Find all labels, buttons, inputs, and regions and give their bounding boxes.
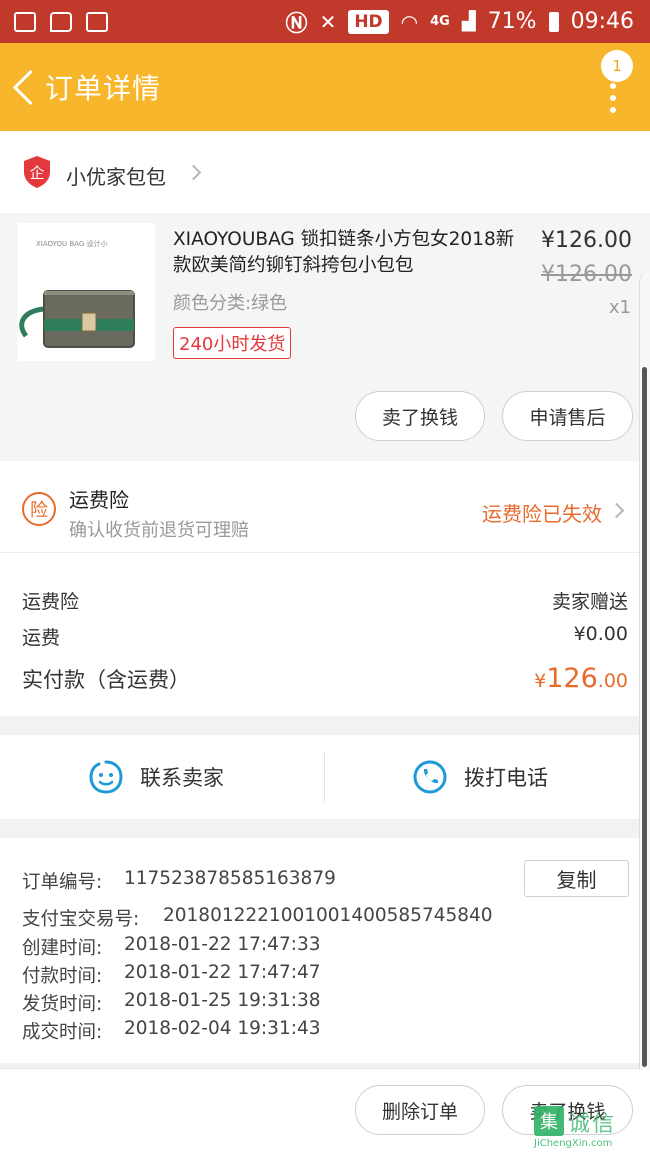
battery-icon <box>548 11 559 32</box>
product-item[interactable]: XIAOYOU BAG 设计小 XIAOYOUBAG 锁扣链条小方包女2018新… <box>0 213 650 461</box>
page-title: 订单详情 <box>45 72 162 105</box>
phone-icon <box>413 760 447 794</box>
shipping-insurance-row[interactable]: 险 运费险 确认收货前退货可理赔 运费险已失效 <box>0 461 650 553</box>
gallery-notification-icon <box>14 11 36 32</box>
chevron-right-icon <box>608 502 625 519</box>
product-spec: 颜色分类:绿色 <box>173 293 288 314</box>
order-number-row: 订单编号: 117523878585163879 <box>22 868 336 894</box>
product-quantity: x1 <box>608 297 631 318</box>
after-sale-button[interactable]: 申请售后 <box>502 391 633 441</box>
insurance-title: 运费险 <box>69 488 129 512</box>
contact-seller-button[interactable]: 联系卖家 <box>88 735 224 819</box>
alipay-label: 支付宝交易号: <box>22 909 140 930</box>
chevron-right-icon <box>185 164 202 181</box>
order-info: 订单编号: 117523878585163879 复制 支付宝交易号: 2018… <box>0 838 650 1063</box>
battery-percent: 71% <box>487 9 537 34</box>
insurance-fee-value: 卖家赠送 <box>551 591 628 613</box>
clock: 09:46 <box>570 9 634 34</box>
call-phone-label: 拨打电话 <box>464 766 548 790</box>
paid-time: 2018-01-22 17:47:47 <box>124 962 321 983</box>
contact-seller-label: 联系卖家 <box>140 766 224 790</box>
total-decimal: .00 <box>597 670 628 692</box>
order-number-label: 订单编号: <box>22 872 103 893</box>
shipping-fee-value: ¥0.00 <box>573 623 628 645</box>
hd-badge: HD <box>348 9 389 34</box>
completed-row: 成交时间: 2018-02-04 19:31:43 <box>22 1018 320 1044</box>
shipped-time: 2018-01-25 19:31:38 <box>124 990 321 1011</box>
watermark-domain: JiChengXin.com <box>534 1138 613 1149</box>
total-label: 实付款（含运费） <box>22 668 190 692</box>
created-row: 创建时间: 2018-01-22 17:47:33 <box>22 934 320 960</box>
copy-button[interactable]: 复制 <box>524 860 629 897</box>
network-type: 4G <box>430 14 450 29</box>
divider <box>324 753 325 803</box>
product-price: ¥126.00 <box>541 228 632 253</box>
total-integer: 126 <box>546 663 598 694</box>
shipped-label: 发货时间: <box>22 994 103 1015</box>
shipping-fee-label: 运费 <box>22 627 61 649</box>
scrollbar[interactable] <box>639 272 650 1070</box>
original-price: ¥126.00 <box>541 262 632 287</box>
completed-label: 成交时间: <box>22 1022 103 1043</box>
shipped-row: 发货时间: 2018-01-25 19:31:38 <box>22 990 320 1016</box>
insurance-status[interactable]: 运费险已失效 <box>482 498 602 527</box>
completed-time: 2018-02-04 19:31:43 <box>124 1018 321 1039</box>
insurance-subtitle: 确认收货前退货可理赔 <box>69 520 249 541</box>
thumbnail-brand-text: XIAOYOU BAG 设计小 <box>36 240 108 248</box>
back-icon[interactable] <box>8 63 44 111</box>
mute-icon: ✕ <box>319 9 337 34</box>
insurance-icon: 险 <box>22 492 56 526</box>
watermark-text: 诚信 <box>568 1112 617 1137</box>
created-label: 创建时间: <box>22 938 103 959</box>
delete-order-button[interactable]: 删除订单 <box>355 1085 485 1135</box>
status-bar: Ⓝ ✕ HD ◠ 4G ▟ 71% 09:46 <box>0 0 650 43</box>
message-notification-icon <box>50 11 72 32</box>
more-options-icon[interactable] <box>606 71 620 119</box>
shipping-tag: 240小时发货 <box>173 327 292 359</box>
shop-name[interactable]: 小优家包包 <box>66 161 166 190</box>
wifi-icon: ◠ <box>400 9 419 34</box>
order-number: 117523878585163879 <box>124 868 336 889</box>
scrollbar-thumb[interactable] <box>642 367 647 1067</box>
insurance-fee-row: 运费险 卖家赠送 <box>22 587 628 614</box>
chat-face-icon <box>89 760 123 794</box>
clipboard-notification-icon <box>86 11 108 32</box>
nfc-icon: Ⓝ <box>285 11 308 37</box>
signal-icon: ▟ <box>461 11 476 32</box>
paid-row: 付款时间: 2018-01-22 17:47:47 <box>22 962 320 988</box>
total-amount: ¥126.00 <box>534 663 628 694</box>
sell-button[interactable]: 卖了换钱 <box>355 391 485 441</box>
title-bar: 订单详情 1 <box>0 43 650 131</box>
shipping-fee-row: 运费 ¥0.00 <box>22 623 628 650</box>
alipay-row: 支付宝交易号: 2018012221001001400585745840 <box>22 905 493 931</box>
contact-bar: 联系卖家 拨打电话 <box>0 735 650 819</box>
alipay-number: 2018012221001001400585745840 <box>163 905 493 926</box>
fee-summary: 运费险 卖家赠送 运费 ¥0.00 实付款（含运费） ¥126.00 <box>0 553 650 716</box>
svg-text:企: 企 <box>29 164 44 182</box>
product-name[interactable]: XIAOYOUBAG 锁扣链条小方包女2018新款欧美简约铆钉斜挎包小包包 <box>173 227 518 279</box>
watermark-logo: 集 <box>534 1106 564 1136</box>
call-phone-button[interactable]: 拨打电话 <box>412 735 548 819</box>
insurance-fee-label: 运费险 <box>22 591 80 613</box>
total-currency: ¥ <box>534 670 547 692</box>
watermark: 集 诚信 JiChengXin.com <box>530 1104 648 1154</box>
product-thumbnail[interactable]: XIAOYOU BAG 设计小 <box>18 223 155 361</box>
enterprise-shop-icon: 企 <box>24 156 50 188</box>
created-time: 2018-01-22 17:47:33 <box>124 934 321 955</box>
shop-row[interactable]: 企 小优家包包 <box>0 131 650 213</box>
total-row: 实付款（含运费） ¥126.00 <box>22 663 628 694</box>
paid-label: 付款时间: <box>22 966 103 987</box>
